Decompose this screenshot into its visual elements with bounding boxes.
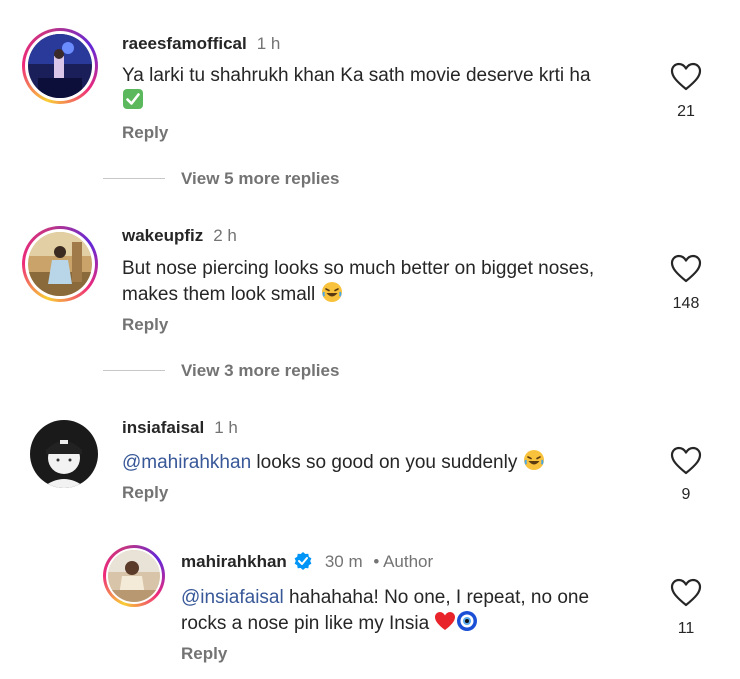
nazar-amulet-emoji <box>456 610 478 639</box>
like-count: 148 <box>672 295 700 312</box>
avatar-story-ring[interactable] <box>103 545 165 607</box>
verified-badge-icon <box>293 551 313 576</box>
avatar-story-ring[interactable] <box>22 226 98 302</box>
reply-button[interactable]: Reply <box>122 483 168 503</box>
username[interactable]: raeesfamoffical <box>122 34 247 53</box>
author-label: • Author <box>373 552 434 571</box>
avatar <box>108 550 160 602</box>
avatar <box>28 34 92 98</box>
like-count: 9 <box>681 486 691 503</box>
avatar-story-ring[interactable] <box>22 28 98 104</box>
avatar <box>28 232 92 296</box>
mention-link[interactable]: @insiafaisal <box>181 587 284 608</box>
view-more-replies[interactable]: View 3 more replies <box>181 361 339 381</box>
timestamp: 30 m <box>324 552 363 571</box>
username[interactable]: wakeupfiz <box>122 226 203 245</box>
heart-icon[interactable] <box>670 254 702 284</box>
username[interactable]: mahirahkhan <box>181 552 287 571</box>
reply-button[interactable]: Reply <box>122 123 168 143</box>
comment-text: @insiafaisal hahahaha! No one, I repeat,… <box>181 586 651 639</box>
like-count: 21 <box>677 103 695 120</box>
timestamp: 2 h <box>213 226 237 245</box>
divider <box>103 178 165 179</box>
divider <box>103 370 165 371</box>
heart-icon[interactable] <box>670 578 702 608</box>
mention-link[interactable]: @mahirahkhan <box>122 452 251 473</box>
like-count: 11 <box>677 620 695 637</box>
red-heart-emoji <box>434 610 456 639</box>
view-more-replies[interactable]: View 5 more replies <box>181 169 339 189</box>
laughing-emoji <box>523 449 545 478</box>
laughing-emoji <box>321 281 343 310</box>
comment-text: But nose piercing looks so much better o… <box>122 257 662 310</box>
comment-text: Ya larki tu shahrukh khan Ka sath movie … <box>122 64 642 117</box>
comment-text: @mahirahkhan looks so good on you sudden… <box>122 449 662 478</box>
avatar[interactable] <box>30 420 98 488</box>
check-mark-emoji <box>122 88 144 117</box>
heart-icon[interactable] <box>670 62 702 92</box>
username[interactable]: insiafaisal <box>122 418 204 437</box>
timestamp: 1 h <box>214 418 238 437</box>
heart-icon[interactable] <box>670 446 702 476</box>
reply-button[interactable]: Reply <box>181 644 227 664</box>
reply-button[interactable]: Reply <box>122 315 168 335</box>
timestamp: 1 h <box>256 34 281 53</box>
